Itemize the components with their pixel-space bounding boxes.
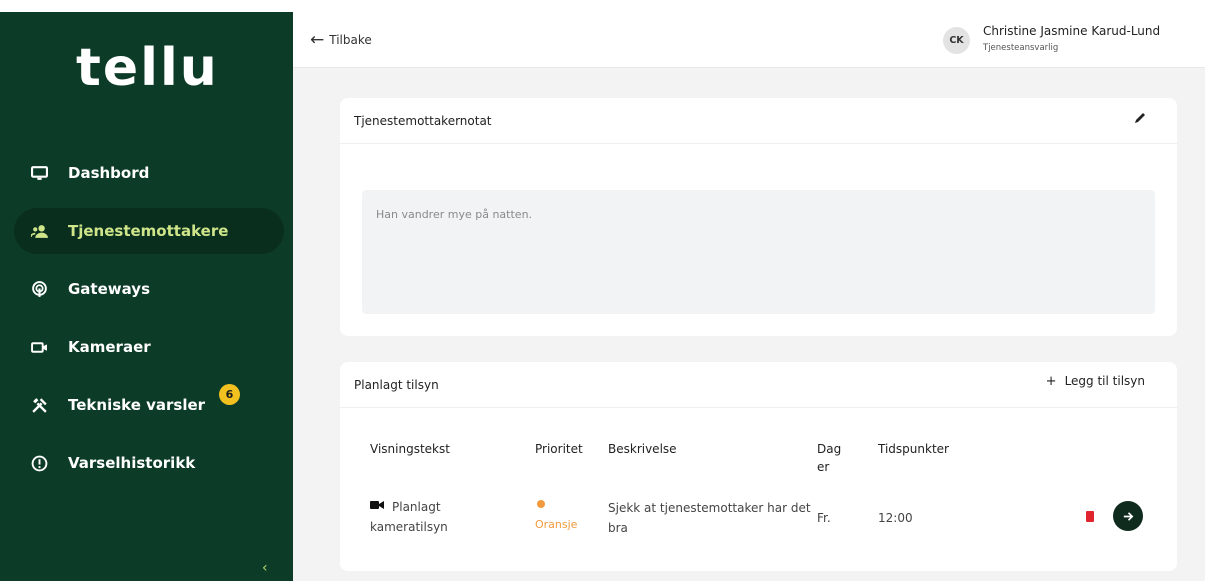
notification-badge: 6 bbox=[219, 384, 240, 405]
users-icon bbox=[28, 220, 50, 242]
add-tilsyn-button[interactable]: + Legg til tilsyn bbox=[1046, 374, 1145, 389]
pencil-icon[interactable] bbox=[1133, 111, 1147, 125]
sidebar-item-label: Varselhistorikk bbox=[68, 454, 196, 472]
column-header: Dag er bbox=[817, 442, 842, 474]
sidebar-item-dashbord[interactable]: Dashbord bbox=[14, 150, 284, 196]
note-card-header: Tjenestemottakernotat bbox=[340, 98, 1177, 144]
add-tilsyn-label: Legg til tilsyn bbox=[1064, 374, 1145, 388]
open-tilsyn-button[interactable] bbox=[1113, 501, 1143, 531]
row-description: Sjekk at tjenestemottaker har det bra bbox=[608, 501, 811, 535]
row-days: Fr. bbox=[817, 511, 831, 525]
column-header: Tidspunkter bbox=[878, 442, 949, 456]
trash-icon[interactable] bbox=[1086, 511, 1094, 522]
plan-card-title: Planlagt tilsyn bbox=[354, 377, 439, 392]
sidebar-item-label: Kameraer bbox=[68, 338, 151, 356]
priority-label: Oransje bbox=[535, 518, 578, 531]
user-role: Tjenesteansvarlig bbox=[983, 43, 1059, 53]
back-button[interactable]: ← Tilbake bbox=[310, 30, 372, 50]
sidebar: tellu Dashbord Tjenestemottakere Gateway… bbox=[0, 12, 293, 581]
camera-icon bbox=[28, 336, 50, 358]
logo: tellu bbox=[76, 38, 219, 98]
note-text: Han vandrer mye på natten. bbox=[362, 190, 1155, 314]
arrow-left-icon: ← bbox=[310, 30, 325, 50]
note-card: Tjenestemottakernotat Han vandrer mye på… bbox=[340, 98, 1177, 336]
sidebar-item-kameraer[interactable]: Kameraer bbox=[14, 324, 284, 370]
row-display-cell: Planlagt kameratilsyn bbox=[370, 496, 500, 537]
plan-card-header: Planlagt tilsyn + Legg til tilsyn bbox=[340, 362, 1177, 408]
row-time: 12:00 bbox=[878, 511, 913, 525]
sidebar-item-label: Tekniske varsler bbox=[68, 396, 206, 414]
priority-dot bbox=[537, 500, 545, 508]
plan-card: Planlagt tilsyn + Legg til tilsyn Visning… bbox=[340, 362, 1177, 571]
sidebar-item-tjenestemottakere[interactable]: Tjenestemottakere bbox=[14, 208, 284, 254]
sidebar-item-varselhistorikk[interactable]: Varselhistorikk bbox=[14, 440, 284, 486]
row-priority-cell: Oransje bbox=[535, 500, 577, 535]
app-shell: tellu Dashbord Tjenestemottakere Gateway… bbox=[0, 12, 1205, 581]
arrow-right-icon bbox=[1123, 511, 1133, 521]
monitor-icon bbox=[28, 162, 50, 184]
alert-circle-icon bbox=[28, 452, 50, 474]
collapse-sidebar-icon[interactable]: ‹ bbox=[262, 560, 268, 576]
tools-icon bbox=[28, 394, 50, 416]
avatar[interactable]: CK bbox=[943, 27, 970, 54]
sidebar-item-label: Dashbord bbox=[68, 164, 150, 182]
broadcast-icon bbox=[28, 278, 50, 300]
sidebar-item-label: Gateways bbox=[68, 280, 151, 298]
video-camera-icon bbox=[370, 496, 384, 509]
sidebar-nav: Dashbord Tjenestemottakere Gateways Kame… bbox=[14, 150, 284, 498]
main-content: ← Tilbake CK Christine Jasmine Karud-Lun… bbox=[293, 12, 1205, 581]
column-header: Beskrivelse bbox=[608, 442, 677, 456]
sidebar-item-gateways[interactable]: Gateways bbox=[14, 266, 284, 312]
user-name: Christine Jasmine Karud-Lund bbox=[983, 24, 1161, 38]
column-header: Prioritet bbox=[535, 442, 583, 456]
plus-icon: + bbox=[1045, 374, 1057, 389]
sidebar-item-tekniske-varsler[interactable]: Tekniske varsler 6 bbox=[14, 382, 284, 428]
column-header: Visningstekst bbox=[370, 442, 450, 456]
topbar: ← Tilbake CK Christine Jasmine Karud-Lun… bbox=[293, 12, 1205, 68]
back-label: Tilbake bbox=[329, 33, 372, 47]
sidebar-item-label: Tjenestemottakere bbox=[68, 222, 229, 240]
note-card-title: Tjenestemottakernotat bbox=[354, 113, 492, 128]
